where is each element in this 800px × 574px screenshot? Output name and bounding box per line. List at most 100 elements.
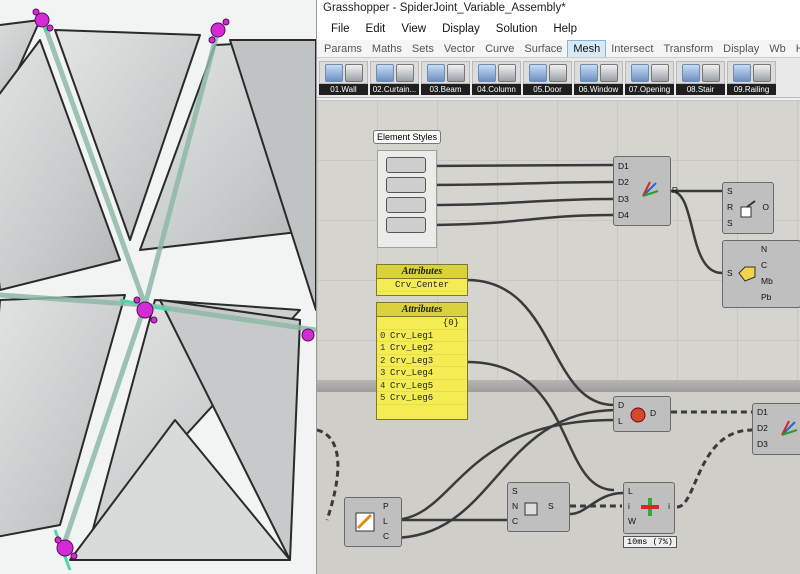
beam-icon[interactable] [426,63,445,82]
merge-bottom-input-d2[interactable]: D2 [757,423,768,433]
filter-input-l[interactable]: L [618,416,623,426]
door-style-icon[interactable] [548,63,567,82]
toolbar-group-railing[interactable]: 09.Railing [727,61,776,95]
curtain-wall-style-icon[interactable] [395,63,414,82]
filter-input-d[interactable]: D [618,400,624,410]
deconstruct-input-s[interactable]: S [727,268,733,278]
merge-component-bottom[interactable]: D1 D2 D3 [752,403,800,455]
tab-intersect[interactable]: Intersect [606,41,658,57]
attributes-panel-center[interactable]: Attributes Crv_Center [376,264,468,296]
intersect-input-w[interactable]: W [628,516,636,526]
tab-wb[interactable]: Wb [764,41,791,57]
deconstruct-output-c[interactable]: C [761,260,767,270]
toolbar-group-curtain[interactable]: 02.Curtain... [370,61,419,95]
data-filter-component[interactable]: D L D [613,396,671,432]
triangulated-facade-render [0,0,316,574]
window-icon[interactable] [579,63,598,82]
curve-output-p[interactable]: P [383,501,389,511]
menu-help[interactable]: Help [545,19,585,39]
stair-icon[interactable] [681,63,700,82]
menu-edit[interactable]: Edit [358,19,394,39]
stair-style-icon[interactable] [701,63,720,82]
orient-input-s1[interactable]: S [727,186,733,196]
filter-output-d[interactable]: D [650,408,656,418]
intersect-input-i[interactable]: i [628,501,630,511]
tab-maths[interactable]: Maths [367,41,407,57]
element-style-4[interactable] [386,217,426,233]
merge-input-d3[interactable]: D3 [618,194,629,204]
toolbar-group-door[interactable]: 05.Door [523,61,572,95]
menu-view[interactable]: View [393,19,434,39]
merge-arrows-icon [642,181,659,197]
curve-output-c[interactable]: C [383,531,389,541]
curve-param-component[interactable]: P L C [344,497,402,547]
element-style-1[interactable] [386,157,426,173]
curve-output-l[interactable]: L [383,516,388,526]
opening-icon[interactable] [630,63,649,82]
merge-input-d1[interactable]: D1 [618,161,629,171]
door-icon[interactable] [528,63,547,82]
intersect-input-l[interactable]: L [628,486,633,496]
tab-heliotrope[interactable]: Heliotro [791,41,800,57]
toolbar-group-window[interactable]: 06.Window [574,61,623,95]
tab-mesh[interactable]: Mesh [567,40,607,57]
tab-sets[interactable]: Sets [407,41,439,57]
opening-style-icon[interactable] [650,63,669,82]
toolbar-group-column[interactable]: 04.Column [472,61,521,95]
menu-solution[interactable]: Solution [488,19,546,39]
orient-input-s2[interactable]: S [727,218,733,228]
curtain-wall-icon[interactable] [375,63,394,82]
tab-display[interactable]: Display [718,41,764,57]
merge-input-d4[interactable]: D4 [618,210,629,220]
surface-input-s[interactable]: S [512,486,518,496]
tab-curve[interactable]: Curve [480,41,519,57]
surface-icon [524,502,538,516]
deconstruct-output-pb[interactable]: Pb [761,292,771,302]
merge-component-top[interactable]: D1 D2 D3 D4 R [613,156,678,226]
element-styles-group[interactable] [377,150,437,248]
deconstruct-output-mb[interactable]: Mb [761,276,773,286]
orient-output-o[interactable]: O [762,202,769,212]
merge-output-r[interactable]: R [672,185,678,195]
window-title: Grasshopper - SpiderJoint_Variable_Assem… [317,0,800,18]
grasshopper-canvas[interactable]: Element Styles D1 D2 D3 D4 R S R S O S N… [317,100,800,574]
intersect-icon [641,498,659,516]
tab-vector[interactable]: Vector [439,41,480,57]
toolbar-group-beam[interactable]: 03.Beam [421,61,470,95]
tab-params[interactable]: Params [319,41,367,57]
merge-bottom-input-d1[interactable]: D1 [757,407,768,417]
menu-display[interactable]: Display [434,19,488,39]
toolbar-group-stair[interactable]: 08.Stair [676,61,725,95]
surface-component[interactable]: S N C S [507,482,570,532]
toolbar-group-wall[interactable]: 01.Wall [319,61,368,95]
beam-style-icon[interactable] [446,63,465,82]
curve-icon [355,512,375,532]
railing-style-icon[interactable] [752,63,771,82]
deconstruct-output-n[interactable]: N [761,244,767,254]
railing-icon[interactable] [732,63,751,82]
tab-surface[interactable]: Surface [519,41,567,57]
rhino-viewport[interactable] [0,0,316,574]
orient-component[interactable]: S R S O [722,182,774,234]
menu-file[interactable]: File [323,19,358,39]
window-style-icon[interactable] [599,63,618,82]
intersect-output-i[interactable]: i [668,501,670,511]
intersect-component[interactable]: L i W i [623,482,675,534]
merge-input-d2[interactable]: D2 [618,177,629,187]
attributes-panel-legs[interactable]: Attributes {0} 0 Crv_Leg1 1 Crv_Leg2 2 Crv_… [376,302,468,420]
wall-icon[interactable] [324,63,343,82]
toolbar-group-opening[interactable]: 07.Opening [625,61,674,95]
column-style-icon[interactable] [497,63,516,82]
surface-input-c[interactable]: C [512,516,518,526]
surface-input-n[interactable]: N [512,501,518,511]
tab-transform[interactable]: Transform [658,41,718,57]
wall-style-icon[interactable] [344,63,363,82]
element-style-3[interactable] [386,197,426,213]
orient-input-r[interactable]: R [727,202,733,212]
merge-bottom-input-d3[interactable]: D3 [757,439,768,449]
deconstruct-component[interactable]: S N C Mb Pb [722,240,800,308]
surface-output-s[interactable]: S [548,501,554,511]
panel-list-row: 0 Crv_Leg1 [377,330,467,342]
element-style-2[interactable] [386,177,426,193]
column-icon[interactable] [477,63,496,82]
